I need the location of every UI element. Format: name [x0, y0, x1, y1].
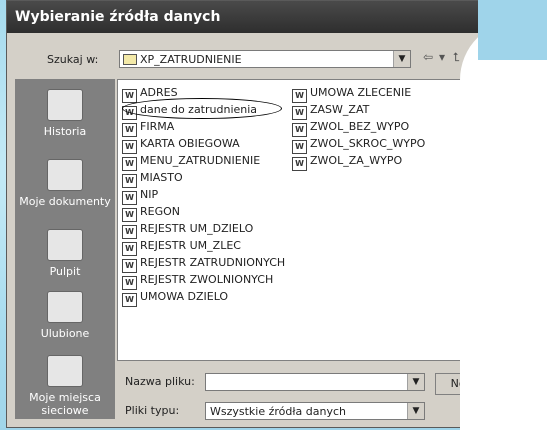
list-item[interactable]: W REJESTR UM_DZIELO [122, 220, 285, 239]
list-item[interactable]: W NIP [122, 186, 285, 205]
list-item[interactable]: W KARTA OBIEGOWA [122, 135, 285, 154]
filetype-value: Wszystkie źródła danych [210, 405, 346, 418]
file-name: ZWOL_ZA_WYPO [310, 154, 403, 167]
list-item[interactable]: W REJESTR UM_ZLEC [122, 237, 285, 256]
file-name: REJESTR UM_DZIELO [140, 222, 254, 235]
place-label: Pulpit [49, 265, 81, 278]
look-in-dropdown[interactable]: XP_ZATRUDNIENIE ▼ [119, 50, 411, 68]
file-name: ZASW_ZAT [310, 103, 370, 116]
list-item[interactable]: W ZASW_ZAT [292, 101, 425, 120]
history-icon [47, 89, 83, 121]
list-item[interactable]: W ZWOL_ZA_WYPO [292, 152, 425, 171]
file-name: ZWOL_SKROC_WYPO [310, 137, 426, 150]
favorites-icon [47, 291, 83, 323]
file-name: ZWOL_BEZ_WYPO [310, 120, 410, 133]
list-item[interactable]: W ZWOL_BEZ_WYPO [292, 118, 425, 137]
filename-input[interactable]: ▼ [205, 373, 425, 391]
up-folder-icon[interactable]: ⮤ [453, 50, 460, 65]
file-name: NIP [140, 188, 159, 201]
file-name: REJESTR UM_ZLEC [140, 239, 241, 252]
list-item[interactable]: W FIRMA [122, 118, 285, 137]
place-desktop[interactable]: Pulpit [15, 229, 115, 278]
page-curl [460, 20, 547, 430]
file-name: ADRES [140, 86, 178, 99]
chevron-down-icon[interactable]: ▼ [407, 403, 424, 419]
filetype-select[interactable]: Wszystkie źródła danych ▼ [205, 402, 425, 420]
places-bar: Historia Moje dokumenty Pulpit Ulubione … [15, 79, 115, 419]
place-label: Historia [43, 125, 87, 138]
look-in-label: Szukaj w: [47, 53, 99, 66]
file-name: MIASTO [140, 171, 183, 184]
filename-label: Nazwa pliku: [125, 375, 195, 388]
list-item[interactable]: W UMOWA ZLECENIE [292, 84, 425, 103]
select-data-source-dialog: Wybieranie źródła danych Szukaj w: XP_ZA… [6, 0, 536, 428]
chevron-down-icon[interactable]: ▼ [407, 374, 424, 390]
document-icon: W [292, 157, 307, 171]
place-history[interactable]: Historia [15, 89, 115, 138]
list-item[interactable]: W MENU_ZATRUDNIENIE [122, 152, 285, 171]
document-icon: W [122, 293, 137, 307]
place-my-documents[interactable]: Moje dokumenty [15, 159, 115, 208]
page-curl-corner [478, 0, 547, 60]
list-item[interactable]: W ZWOL_SKROC_WYPO [292, 135, 426, 154]
chevron-down-icon[interactable]: ▼ [393, 51, 410, 67]
list-item[interactable]: W MIASTO [122, 169, 285, 188]
file-name: KARTA OBIEGOWA [140, 137, 240, 150]
back-dropdown-icon[interactable]: ▾ [439, 50, 445, 64]
file-name: REGON [140, 205, 181, 218]
my-documents-icon [47, 159, 83, 191]
file-name: UMOWA ZLECENIE [310, 86, 412, 99]
place-favorites[interactable]: Ulubione [15, 291, 115, 340]
filetype-label: Pliki typu: [125, 404, 180, 417]
list-item[interactable]: W UMOWA DZIELO [122, 288, 285, 307]
list-item[interactable]: W REGON [122, 203, 285, 222]
file-name: FIRMA [140, 120, 175, 133]
place-label: Moje dokumenty [19, 195, 111, 208]
list-item[interactable]: W REJESTR ZWOLNIONYCH [122, 271, 285, 290]
highlight-ellipse [122, 98, 282, 119]
file-name: REJESTR ZWOLNIONYCH [140, 273, 274, 286]
file-column-2: W UMOWA ZLECENIE W ZASW_ZAT W ZWOL_BEZ_WYPO W Z… [292, 84, 426, 171]
place-label: Ulubione [40, 327, 90, 340]
place-network[interactable]: Moje miejsca sieciowe [15, 355, 115, 417]
folder-icon [123, 54, 137, 65]
file-name: UMOWA DZIELO [140, 290, 229, 303]
list-item[interactable]: W REJESTR ZATRUDNIONYCH [122, 254, 286, 273]
place-label: Moje miejsca sieciowe [29, 391, 101, 417]
desktop-icon [47, 229, 83, 261]
back-icon[interactable]: ⇦ [423, 50, 433, 64]
file-name: MENU_ZATRUDNIENIE [140, 154, 261, 167]
dialog-title: Wybieranie źródła danych [7, 1, 535, 33]
look-in-value: XP_ZATRUDNIENIE [140, 53, 242, 66]
network-places-icon [47, 355, 83, 387]
file-name: REJESTR ZATRUDNIONYCH [140, 256, 286, 269]
